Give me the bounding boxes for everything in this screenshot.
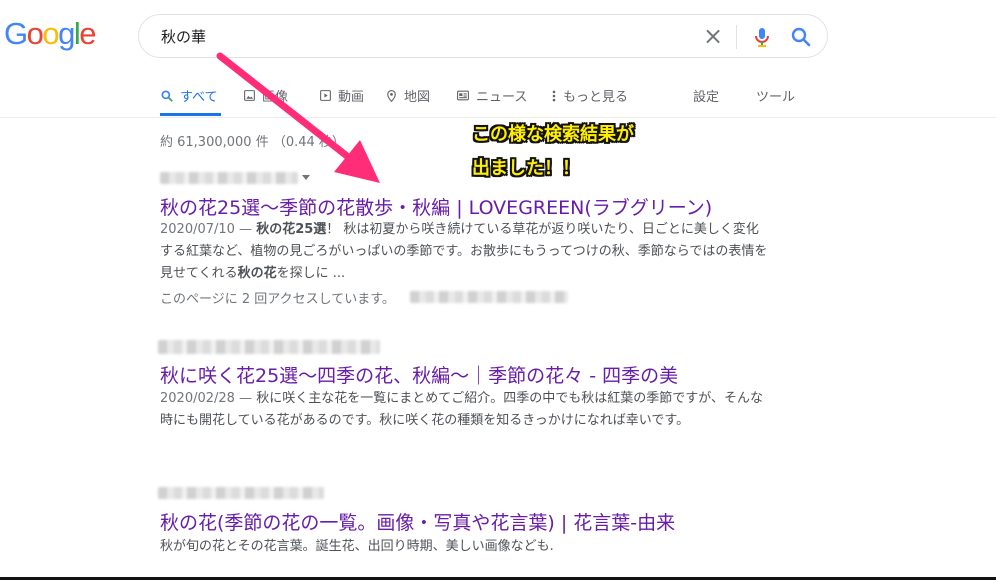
annotation-arrow — [216, 52, 380, 183]
annotation-text: この様な検索結果が — [472, 124, 634, 145]
annotation-text: 出ました！！ — [472, 158, 580, 179]
